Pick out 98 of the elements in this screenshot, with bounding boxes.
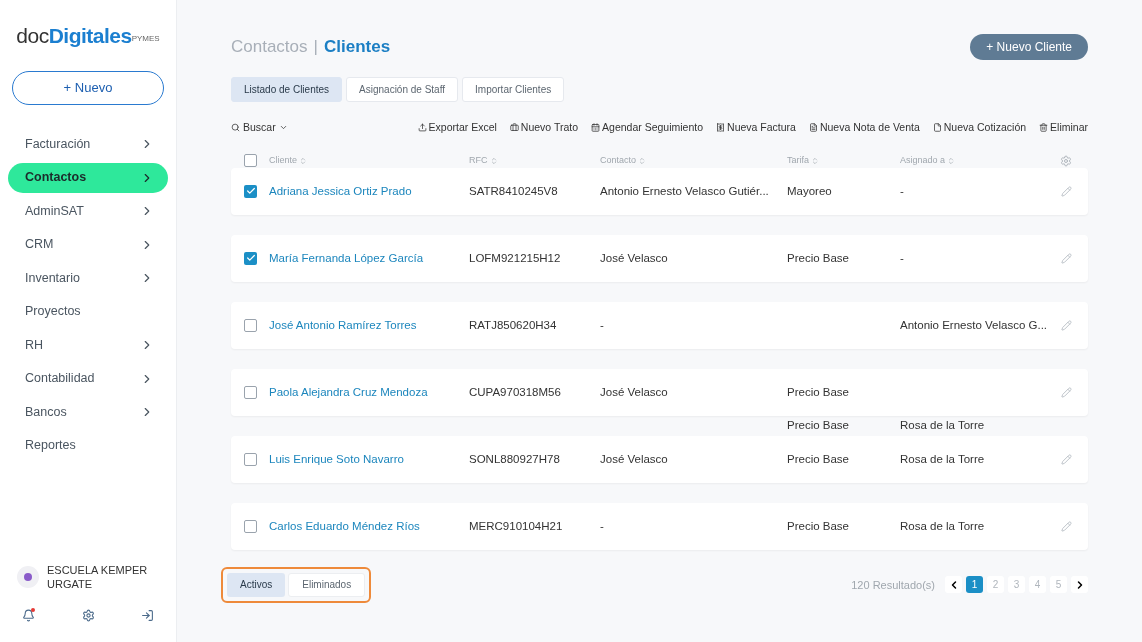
edit-icon[interactable] <box>1061 252 1072 264</box>
table-cell: Antonio Ernesto Velasco Gutiér... <box>600 184 769 197</box>
client-link[interactable]: Adriana Jessica Ortiz Prado <box>269 184 412 197</box>
edit-icon[interactable] <box>1061 520 1072 532</box>
table-row[interactable]: María Fernanda López García LOFM921215H12 José Velasco Precio Base - <box>231 234 1088 282</box>
checkbox[interactable] <box>244 385 257 399</box>
table-cell: Precio Base <box>787 452 849 465</box>
table-cell: - <box>900 251 904 264</box>
table-cell: Precio Base <box>787 385 849 398</box>
sidebar-item[interactable]: Proyectos <box>8 296 168 327</box>
sidebar-item[interactable]: Inventario <box>8 263 168 293</box>
checkbox[interactable] <box>244 251 257 265</box>
table-cell: Rosa de la Torre <box>900 519 985 532</box>
trash-icon <box>1039 123 1049 133</box>
logo: docDigitalesPYMES <box>15 24 161 46</box>
tab[interactable]: Asignación de Staff <box>346 77 459 102</box>
client-link[interactable]: José Antonio Ramírez Torres <box>269 318 417 331</box>
client-link[interactable]: Carlos Eduardo Méndez Ríos <box>269 519 420 532</box>
sort-icon[interactable] <box>811 156 819 165</box>
breadcrumb-separator: | <box>313 36 318 59</box>
toolbar-button[interactable]: Nueva Cotización <box>932 120 1027 136</box>
edit-icon[interactable] <box>1061 319 1072 331</box>
sidebar-item[interactable]: AdminSAT <box>8 196 168 226</box>
table-cell: José Velasco <box>600 251 668 264</box>
note-icon <box>808 123 818 133</box>
table-row[interactable]: Paola Alejandra Cruz Mendoza CUPA970318M56 José Velasco Precio Base <box>231 368 1088 416</box>
briefcase-icon <box>509 123 519 133</box>
checkbox[interactable] <box>244 318 257 332</box>
sidebar-item[interactable]: Reportes <box>8 430 168 461</box>
checkbox[interactable] <box>244 519 257 533</box>
tab[interactable]: Listado de Clientes <box>231 77 343 102</box>
calendar-icon <box>591 123 601 133</box>
table-cell: MERC910104H21 <box>469 519 563 532</box>
settings-icon[interactable] <box>81 609 95 622</box>
next-page-button[interactable] <box>1071 576 1088 594</box>
sort-icon[interactable] <box>947 156 956 165</box>
table-cell: Precio Base <box>787 419 849 432</box>
notification-bell-icon[interactable] <box>22 609 35 622</box>
edit-icon[interactable] <box>1061 386 1072 398</box>
upload-icon <box>417 123 427 133</box>
toolbar-button[interactable]: Exportar Excel <box>417 120 497 136</box>
account-name: ESCUELA KEMPER URGATE <box>47 563 149 591</box>
table-cell: Mayoreo <box>787 184 832 197</box>
toolbar-button[interactable]: Nuevo Trato <box>509 120 579 136</box>
search-icon <box>231 123 240 133</box>
sidebar-item[interactable]: CRM <box>8 229 168 260</box>
checkbox[interactable] <box>244 154 257 168</box>
table-cell: Rosa de la Torre <box>900 419 985 432</box>
filter-tab[interactable]: Eliminados <box>288 572 366 597</box>
page-title: Clientes <box>323 36 391 59</box>
edit-icon[interactable] <box>1061 185 1072 197</box>
table-cell: - <box>600 318 604 331</box>
table-cell: RATJ850620H34 <box>469 318 557 331</box>
previous-page-button[interactable] <box>945 576 962 594</box>
sort-icon[interactable] <box>489 156 498 165</box>
logout-icon[interactable] <box>141 609 154 622</box>
toolbar-button[interactable]: Eliminar <box>1039 120 1088 136</box>
toolbar-button[interactable]: Nueva Factura <box>716 120 796 136</box>
sidebar-item[interactable]: Facturación <box>8 129 168 159</box>
table-cell: - <box>600 519 604 532</box>
table-cell: LOFM921215H12 <box>469 251 561 264</box>
table-cell: Antonio Ernesto Velasco G... <box>900 318 1048 331</box>
results-count: 120 Resultado(s) <box>851 577 935 593</box>
document-icon <box>932 123 942 133</box>
sidebar-item[interactable]: Contabilidad <box>8 363 168 394</box>
table-cell: Rosa de la Torre <box>900 452 985 465</box>
table-cell: - <box>900 184 904 197</box>
toolbar-button[interactable]: Nueva Nota de Venta <box>808 120 920 136</box>
table-row[interactable]: Adriana Jessica Ortiz Prado SATR8410245V8 Antonio Ernesto Velasco Gutiér... Mayoreo - <box>231 167 1088 215</box>
checkbox[interactable] <box>244 452 257 466</box>
table-row[interactable]: Carlos Eduardo Méndez Ríos MERC910104H21 - Precio Base Rosa de la Torre <box>231 502 1088 550</box>
table-cell: CUPA970318M56 <box>469 385 561 398</box>
sidebar-item[interactable]: RH <box>8 330 168 360</box>
table-cell: José Velasco <box>600 452 668 465</box>
client-link[interactable]: Luis Enrique Soto Navarro <box>269 452 404 465</box>
toolbar-button[interactable]: Agendar Seguimiento <box>591 120 704 136</box>
table-row[interactable]: José Antonio Ramírez Torres RATJ850620H34 - Antonio Ernesto Velasco G... <box>231 301 1088 349</box>
client-link[interactable]: Paola Alejandra Cruz Mendoza <box>269 385 428 398</box>
table-cell: SATR8410245V8 <box>469 184 558 197</box>
search-dropdown[interactable]: Buscar <box>231 120 288 136</box>
tab[interactable]: Importar Clientes <box>462 77 565 102</box>
table-cell: José Velasco <box>600 385 668 398</box>
account-avatar <box>17 566 39 588</box>
filter-tab[interactable]: Activos <box>227 572 286 597</box>
page-button[interactable]: 1 <box>966 576 983 594</box>
table-row[interactable]: Luis Enrique Soto Navarro SONL880927H78 José Velasco Precio Base Rosa de la Torre <box>231 435 1088 483</box>
table-cell: Precio Base <box>787 251 849 264</box>
checkbox[interactable] <box>244 184 257 198</box>
client-link[interactable]: María Fernanda López García <box>269 251 424 264</box>
receipt-icon <box>716 123 726 133</box>
sort-icon[interactable] <box>638 156 647 165</box>
edit-icon[interactable] <box>1061 453 1072 465</box>
sort-icon[interactable] <box>299 156 307 165</box>
table-cell: SONL880927H78 <box>469 452 560 465</box>
sidebar-item[interactable]: Bancos <box>8 397 168 427</box>
table-cell: Precio Base <box>787 519 849 532</box>
sidebar-item[interactable]: Contactos <box>8 162 168 193</box>
new-client-button[interactable]: + Nuevo Cliente <box>970 34 1088 60</box>
